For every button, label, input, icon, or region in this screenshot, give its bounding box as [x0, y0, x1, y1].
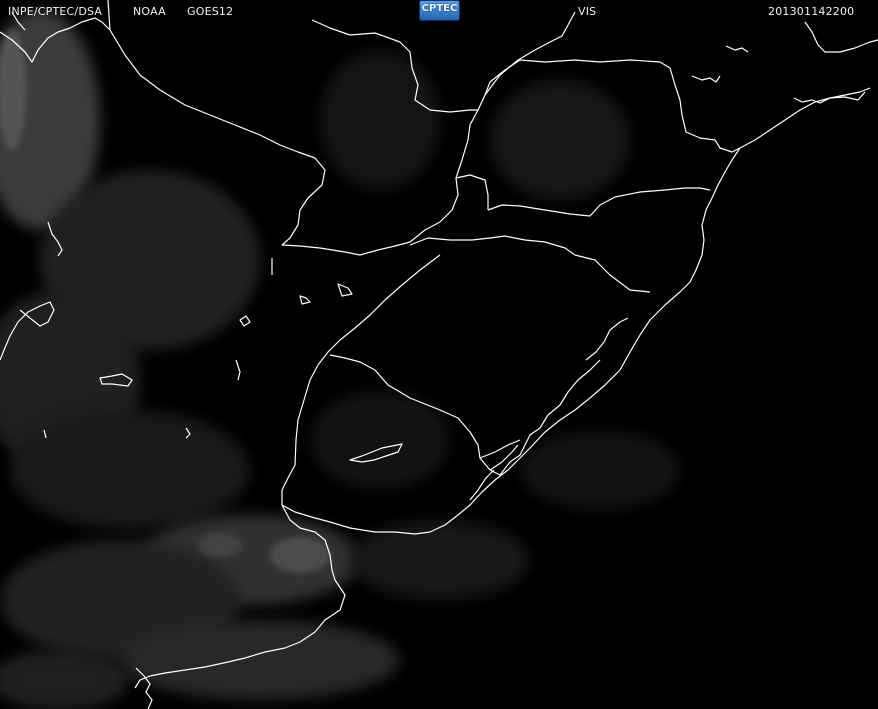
- source-label: INPE/CPTEC/DSA: [8, 5, 103, 18]
- satellite-label: GOES12: [187, 5, 234, 18]
- logo-text: CPTEC: [421, 3, 458, 14]
- timestamp-label: 201301142200: [768, 5, 855, 18]
- agency-label: NOAA: [133, 5, 166, 18]
- channel-label: VIS: [578, 5, 597, 18]
- cptec-logo-icon: CPTEC: [419, 0, 460, 21]
- satellite-map: [0, 0, 878, 709]
